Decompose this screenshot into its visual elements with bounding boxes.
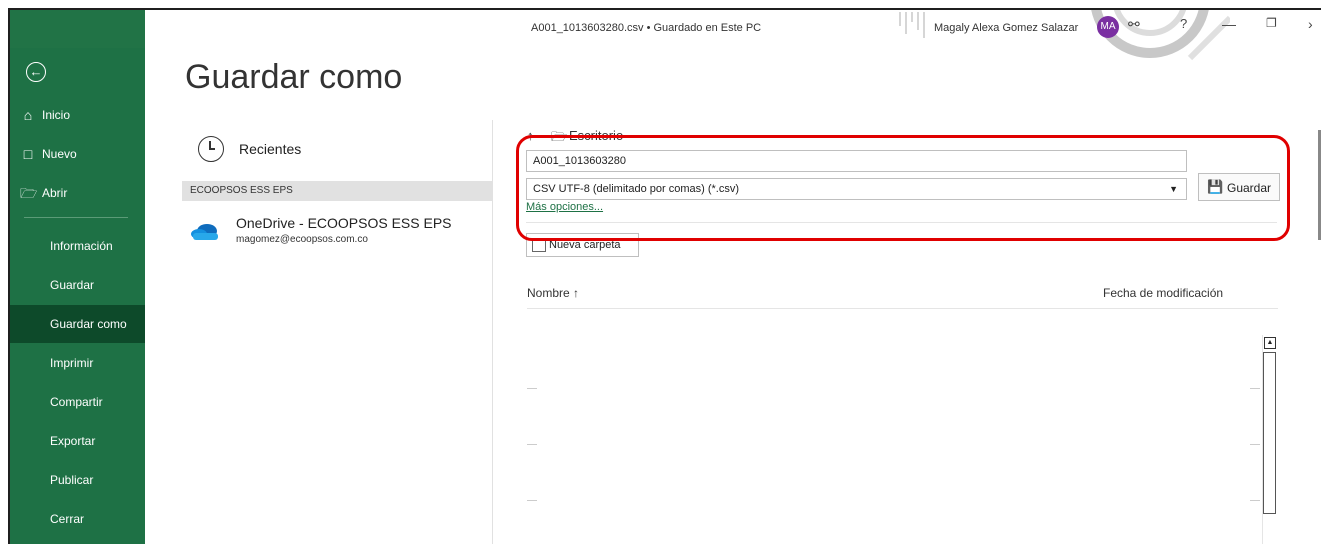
window-title: A001_1013603280.csv • Guardado en Este P… (531, 22, 762, 34)
chevron-down-icon: ▼ (1169, 184, 1178, 194)
folder-open-icon: 🗁 (20, 185, 38, 201)
page-title: Guardar como (185, 58, 403, 96)
location-group-header: ECOOPSOS ESS EPS (182, 181, 492, 201)
backstage-sidebar: ← ⌂ Inicio □ Nuevo 🗁 Abrir Información G… (10, 10, 145, 544)
sidebar-item-cerrar[interactable]: Cerrar (10, 500, 145, 538)
close-icon[interactable]: › (1308, 16, 1313, 32)
new-folder-button[interactable]: Nueva carpeta (526, 233, 639, 257)
scroll-thumb[interactable] (1263, 352, 1276, 514)
location-onedrive[interactable]: OneDrive - ECOOPSOS ESS EPS magomez@ecoo… (190, 212, 490, 254)
sidebar-item-guardar[interactable]: Guardar (10, 266, 145, 304)
folder-icon: 🗁 (551, 129, 568, 144)
column-header-date[interactable]: Fecha de modificación (1103, 286, 1223, 300)
filetype-select[interactable]: CSV UTF-8 (delimitado por comas) (*.csv)… (526, 178, 1187, 200)
filename-field[interactable]: A001_1013603280 (526, 150, 1187, 172)
empty-row-marker (527, 444, 537, 445)
sidebar-item-publicar[interactable]: Publicar (10, 461, 145, 499)
more-options-link[interactable]: Más opciones... (526, 201, 603, 213)
clock-icon (198, 136, 224, 162)
sidebar-item-informacion[interactable]: Información (10, 227, 145, 265)
sidebar-separator (24, 217, 128, 218)
document-icon: □ (23, 146, 33, 162)
feedback-person-icon[interactable]: ⚯ (1128, 16, 1140, 33)
title-decoration (899, 10, 1230, 61)
empty-row-marker (1250, 444, 1260, 445)
up-arrow-icon[interactable]: ↑ (527, 128, 534, 143)
restore-icon[interactable]: ❐ (1266, 16, 1277, 30)
panel-divider (492, 120, 493, 544)
sidebar-item-imprimir[interactable]: Imprimir (10, 344, 145, 382)
help-icon[interactable]: ? (1180, 16, 1187, 31)
back-arrow-icon[interactable]: ← (26, 62, 46, 82)
cloud-icon (191, 224, 218, 240)
scroll-up-icon[interactable]: ▲ (1264, 337, 1276, 349)
minimize-icon[interactable]: — (1222, 16, 1236, 32)
empty-row-marker (1250, 388, 1260, 389)
empty-row-marker (527, 500, 537, 501)
sidebar-item-nuevo[interactable]: □ Nuevo (10, 135, 145, 173)
save-button[interactable]: 💾 Guardar (1198, 173, 1280, 201)
empty-row-marker (1250, 500, 1260, 501)
sidebar-item-exportar[interactable]: Exportar (10, 422, 145, 460)
save-icon: 💾 (1207, 179, 1224, 194)
sidebar-item-abrir[interactable]: 🗁 Abrir (10, 174, 145, 212)
home-icon: ⌂ (23, 107, 33, 123)
divider (526, 222, 1277, 223)
avatar[interactable]: MA (1097, 16, 1119, 38)
breadcrumb-path[interactable]: Escritorio (569, 128, 623, 143)
location-recent[interactable]: Recientes (190, 136, 490, 172)
sidebar-top-band (10, 10, 145, 48)
empty-row-marker (527, 388, 537, 389)
header-divider (527, 308, 1278, 309)
sort-up-arrow-icon: ↑ (573, 286, 580, 300)
sidebar-item-guardar-como[interactable]: Guardar como (10, 305, 145, 343)
user-name[interactable]: Magaly Alexa Gomez Salazar (934, 22, 1078, 34)
sidebar-item-inicio[interactable]: ⌂ Inicio (10, 96, 145, 134)
new-folder-icon (532, 239, 546, 252)
sidebar-item-compartir[interactable]: Compartir (10, 383, 145, 421)
excel-backstage: ← ⌂ Inicio □ Nuevo 🗁 Abrir Información G… (8, 8, 1321, 544)
column-header-name[interactable]: Nombre ↑ (527, 286, 579, 300)
filetype-value: CSV UTF-8 (delimitado por comas) (*.csv) (533, 183, 739, 195)
